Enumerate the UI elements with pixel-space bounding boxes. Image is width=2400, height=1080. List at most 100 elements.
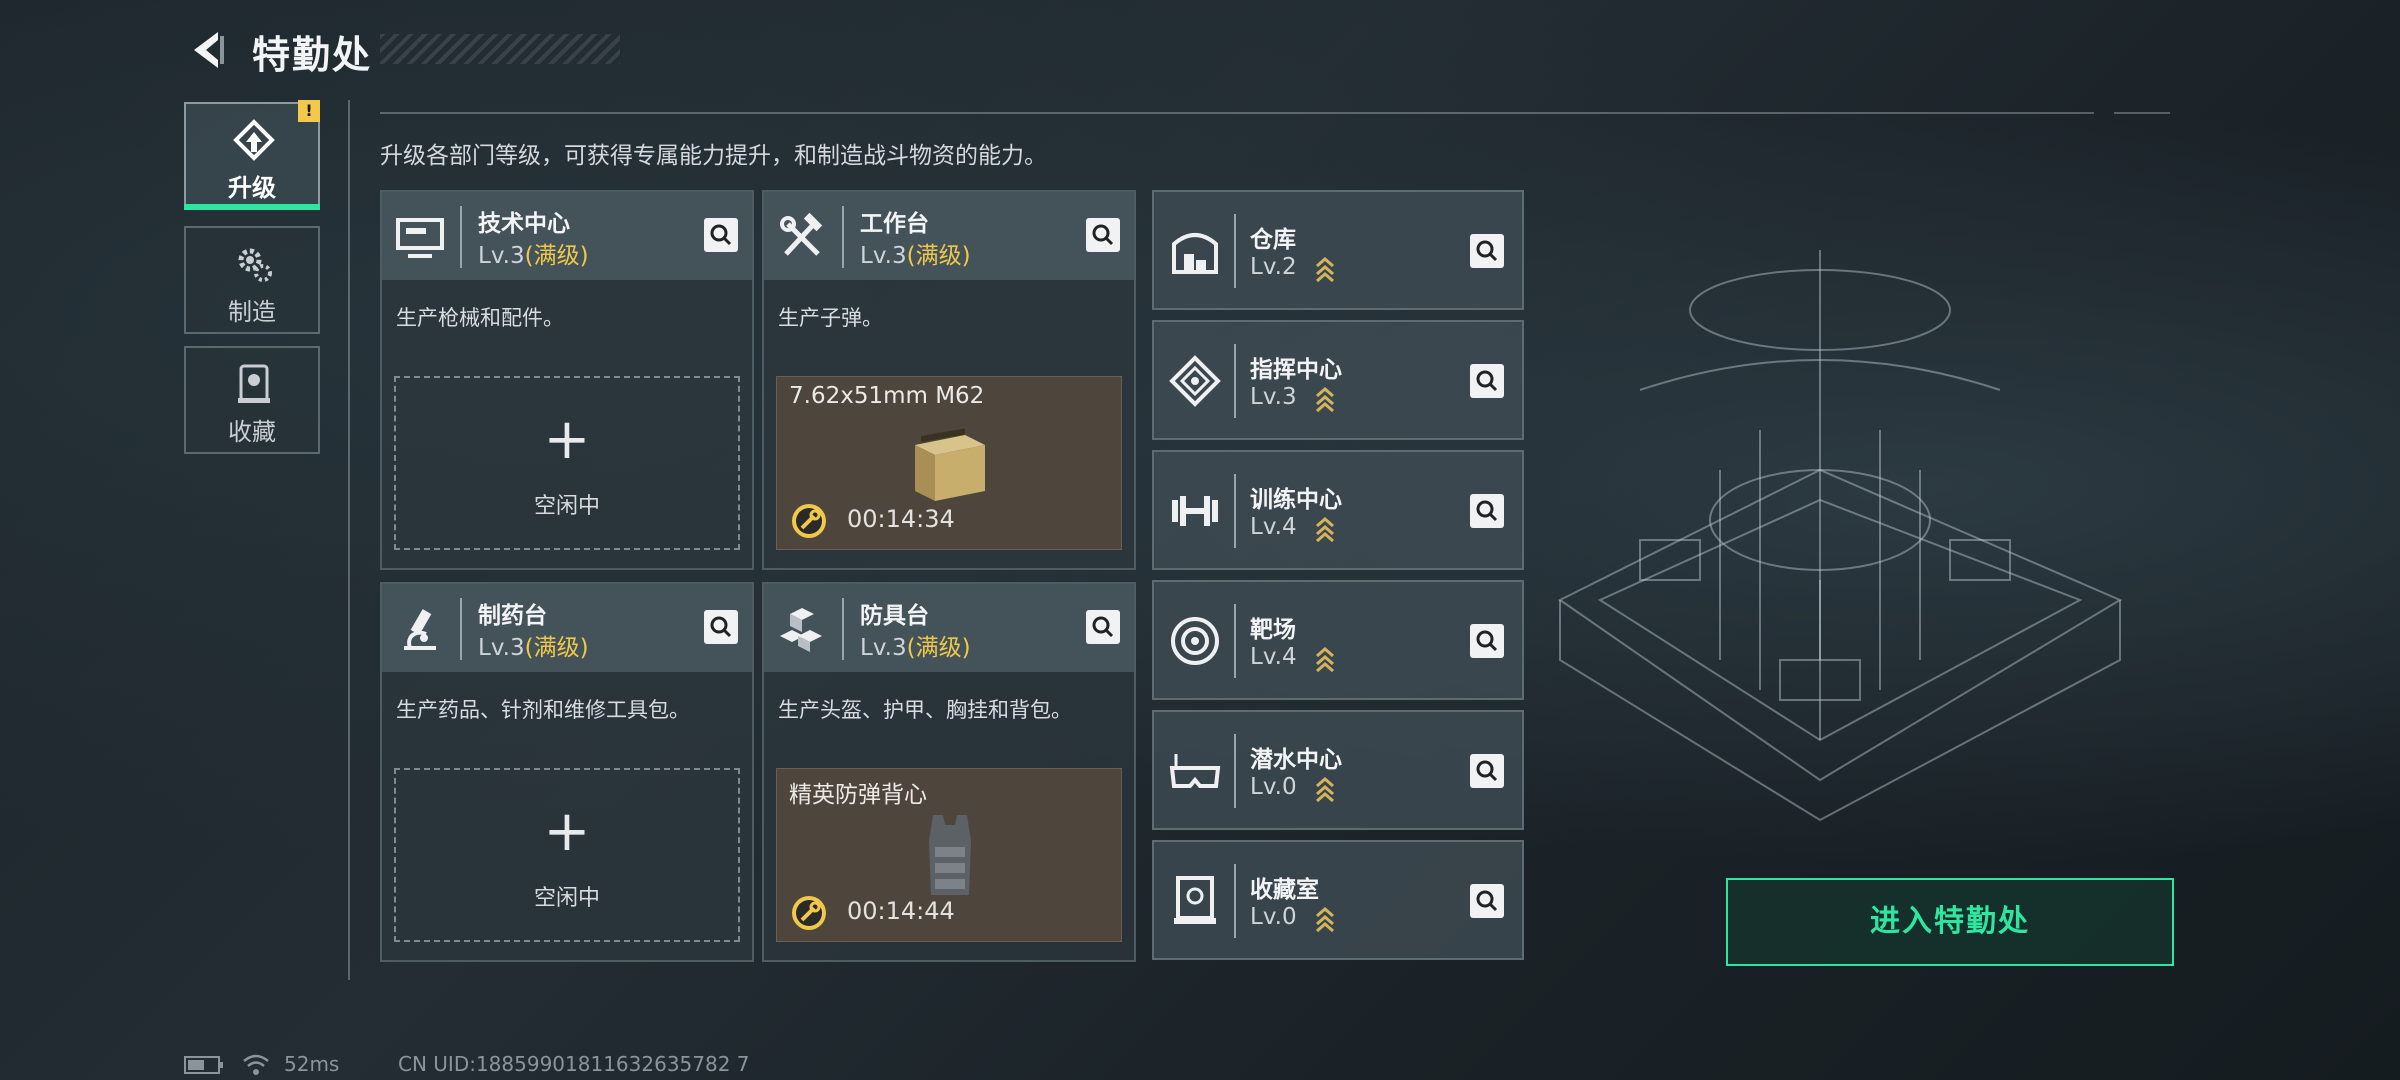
wrench-icon [792, 504, 826, 538]
header: 特勤处 [180, 20, 620, 80]
upgrade-chevron-icon [1316, 517, 1334, 542]
card-separator [1234, 344, 1236, 418]
department-name: 潜水中心 [1250, 747, 1342, 773]
max-level-tag: (满级) [906, 243, 971, 269]
upgrade-chevron-icon [1316, 387, 1334, 412]
microscope-icon [404, 609, 436, 650]
production-item-name: 7.62x51mm M62 [789, 383, 985, 409]
tab-collection-label: 收藏 [228, 418, 276, 446]
production-timer: 00:14:44 [847, 897, 955, 925]
department-card-warehouse[interactable]: 仓库 Lv.2 [1152, 190, 1524, 310]
title-decoration [380, 34, 620, 64]
top-divider-right [2114, 112, 2170, 114]
alert-badge: ! [298, 100, 320, 122]
search-icon[interactable] [1470, 754, 1504, 788]
page-description: 升级各部门等级，可获得专属能力提升，和制造战斗物资的能力。 [380, 143, 1047, 169]
upgrade-chevron-icon [1316, 907, 1334, 932]
card-header: 技术中心 Lv.3(满级) [382, 192, 752, 280]
collection-room-icon [1174, 876, 1216, 924]
search-icon[interactable] [1470, 884, 1504, 918]
tab-craft[interactable]: 制造 [184, 226, 320, 334]
department-name: 收藏室 [1250, 877, 1319, 903]
active-production-slot[interactable]: 精英防弹背心 00:14:44 [776, 768, 1122, 942]
plus-icon: + [543, 799, 591, 864]
card-separator [1234, 864, 1236, 938]
tools-icon [780, 212, 823, 256]
back-arrow-icon[interactable] [188, 26, 236, 74]
facility-name: 防具台 [860, 603, 929, 629]
monitor-icon [396, 218, 444, 258]
command-icon [1169, 355, 1221, 407]
card-separator [1234, 474, 1236, 548]
search-icon[interactable] [704, 218, 738, 252]
department-card-training-center[interactable]: 训练中心 Lv.4 [1152, 450, 1524, 570]
facility-description: 生产头盔、护甲、胸挂和背包。 [778, 698, 1072, 722]
department-level: Lv.0 [1250, 904, 1297, 930]
card-header: 制药台 Lv.3(满级) [382, 584, 752, 672]
ammo-box-image [915, 428, 985, 501]
page-title: 特勤处 [252, 33, 373, 77]
department-card-shooting-range[interactable]: 靶场 Lv.4 [1152, 580, 1524, 700]
department-level: Lv.4 [1250, 644, 1297, 670]
wrench-icon [792, 896, 826, 930]
card-separator [460, 598, 462, 660]
tab-craft-label: 制造 [228, 298, 276, 326]
active-tab-indicator [184, 204, 320, 210]
department-name: 训练中心 [1250, 487, 1342, 513]
department-level: Lv.2 [1250, 254, 1297, 280]
search-icon[interactable] [1470, 494, 1504, 528]
level-value: Lv.3 [478, 635, 525, 661]
production-item-name: 精英防弹背心 [789, 782, 927, 808]
facility-card-pharmacy[interactable]: 制药台 Lv.3(满级) 生产药品、针剂和维修工具包。 + 空闲中 [380, 582, 754, 962]
idle-production-slot[interactable]: + 空闲中 [394, 376, 740, 550]
search-icon[interactable] [1470, 364, 1504, 398]
upgrade-icon [233, 119, 275, 161]
search-icon[interactable] [1470, 624, 1504, 658]
gear-icon [238, 248, 272, 282]
warehouse-icon [1172, 233, 1218, 274]
card-separator [1234, 214, 1236, 288]
level-value: Lv.3 [860, 635, 907, 661]
active-production-slot[interactable]: 7.62x51mm M62 00:14:34 [776, 376, 1122, 550]
dumbbell-icon [1172, 496, 1218, 526]
search-icon[interactable] [1470, 234, 1504, 268]
card-header: 工作台 Lv.3(满级) [764, 192, 1134, 280]
diving-mask-icon [1169, 754, 1221, 788]
idle-production-slot[interactable]: + 空闲中 [394, 768, 740, 942]
search-icon[interactable] [1086, 218, 1120, 252]
level-value: Lv.3 [860, 243, 907, 269]
card-separator [1234, 734, 1236, 808]
status-bar: 52ms CN UID:18859901811632635782 7 [184, 1052, 984, 1078]
department-card-collection-room[interactable]: 收藏室 Lv.0 [1152, 840, 1524, 960]
tab-upgrade-label: 升级 [228, 174, 276, 202]
uid-text: CN UID:18859901811632635782 7 [398, 1052, 750, 1076]
facility-card-tech-center[interactable]: 技术中心 Lv.3(满级) 生产枪械和配件。 + 空闲中 [380, 190, 754, 570]
enter-button[interactable]: 进入特勤处 [1726, 878, 2174, 966]
facility-description: 生产子弹。 [778, 306, 883, 330]
facility-name: 技术中心 [478, 211, 570, 237]
department-card-diving-center[interactable]: 潜水中心 Lv.0 [1152, 710, 1524, 830]
card-separator [842, 598, 844, 660]
base-wireframe-illustration [1558, 250, 2123, 822]
left-vertical-divider [348, 100, 350, 980]
max-level-tag: (满级) [524, 243, 589, 269]
facility-card-workbench[interactable]: 工作台 Lv.3(满级) 生产子弹。 7.62x51mm M62 00:14:3… [762, 190, 1136, 570]
tab-collection[interactable]: 收藏 [184, 346, 320, 454]
search-icon[interactable] [704, 610, 738, 644]
facility-level: Lv.3(满级) [478, 236, 589, 270]
facility-card-armor-bench[interactable]: 防具台 Lv.3(满级) 生产头盔、护甲、胸挂和背包。 精英防弹背心 00:14… [762, 582, 1136, 962]
idle-label: 空闲中 [533, 494, 600, 519]
department-card-command-center[interactable]: 指挥中心 Lv.3 [1152, 320, 1524, 440]
card-separator [1234, 604, 1236, 678]
facility-description: 生产枪械和配件。 [396, 306, 564, 330]
armor-icon [780, 608, 822, 652]
upgrade-chevron-icon [1316, 777, 1334, 802]
target-icon [1171, 617, 1219, 665]
card-header: 防具台 Lv.3(满级) [764, 584, 1134, 672]
idle-label: 空闲中 [533, 886, 600, 911]
upgrade-chevron-icon [1316, 647, 1334, 672]
facility-level: Lv.3(满级) [860, 628, 971, 662]
search-icon[interactable] [1086, 610, 1120, 644]
level-value: Lv.3 [478, 243, 525, 269]
plus-icon: + [543, 407, 591, 472]
